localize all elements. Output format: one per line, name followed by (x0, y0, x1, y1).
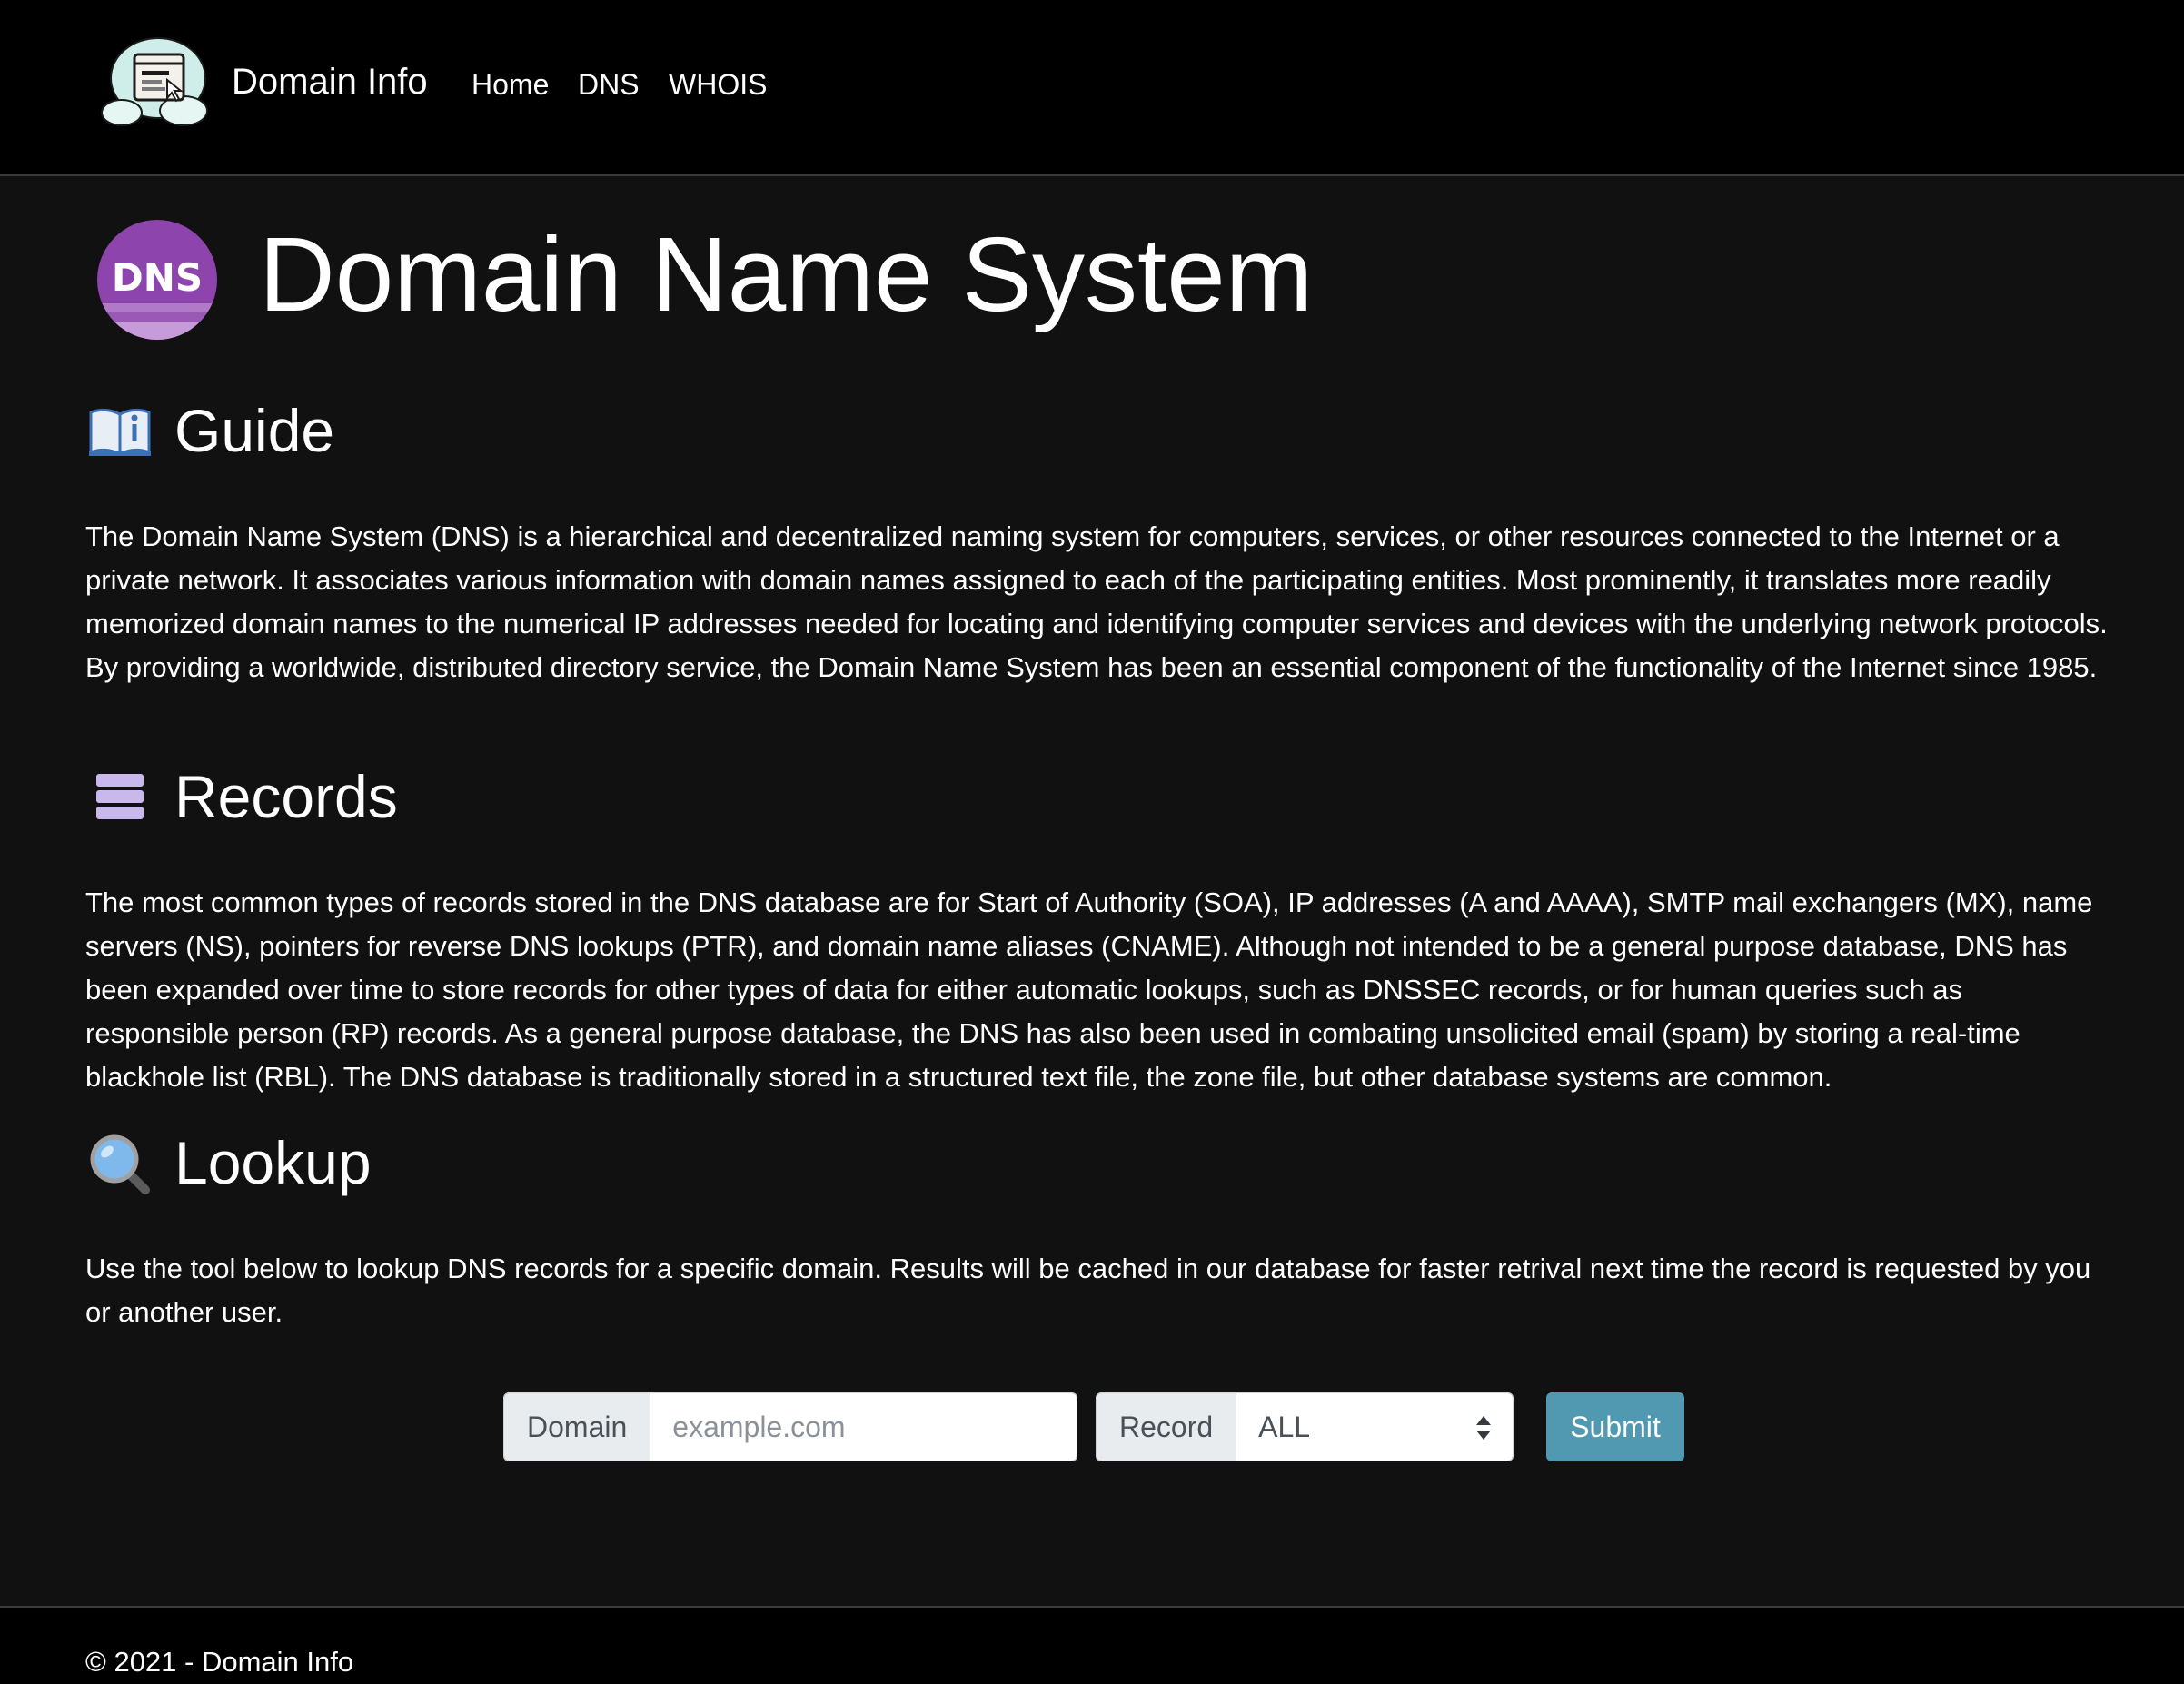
submit-button[interactable]: Submit (1546, 1392, 1684, 1461)
records-heading: Records (174, 763, 398, 830)
record-select-value: ALL (1258, 1411, 1311, 1443)
nav-link-home[interactable]: Home (472, 65, 549, 104)
select-arrows-icon (1476, 1416, 1491, 1440)
lookup-text: Use the tool below to lookup DNS records… (85, 1253, 2091, 1328)
database-icon (96, 774, 144, 819)
record-select[interactable]: ALL (1236, 1393, 1513, 1461)
record-input-group: Record ALL (1096, 1392, 1514, 1461)
navbar: Domain Info Home DNS WHOIS (0, 0, 2184, 176)
record-label: Record (1097, 1393, 1237, 1461)
guide-text: The Domain Name System (DNS) is a hierar… (85, 520, 2108, 683)
domain-input-group: Domain (503, 1392, 1077, 1461)
magnifier-icon (90, 1134, 150, 1194)
nav-link-dns[interactable]: DNS (578, 65, 640, 104)
brand-name[interactable]: Domain Info (232, 58, 428, 105)
domain-label: Domain (504, 1393, 651, 1461)
book-info-icon (89, 408, 151, 456)
guide-heading: Guide (174, 397, 335, 464)
dns-badge-text: DNS (112, 255, 203, 300)
footer: © 2021 - Domain Info (0, 1606, 2184, 1684)
records-text: The most common types of records stored … (85, 887, 2093, 1093)
lookup-heading: Lookup (174, 1129, 372, 1196)
domain-info-logo-icon[interactable] (94, 33, 214, 133)
domain-input[interactable] (650, 1393, 1077, 1461)
footer-copyright: © 2021 - Domain Info (85, 1646, 354, 1678)
dns-badge-icon: DNS (97, 220, 217, 340)
nav-link-whois[interactable]: WHOIS (669, 65, 767, 104)
page-title: Domain Name System (259, 215, 1314, 333)
